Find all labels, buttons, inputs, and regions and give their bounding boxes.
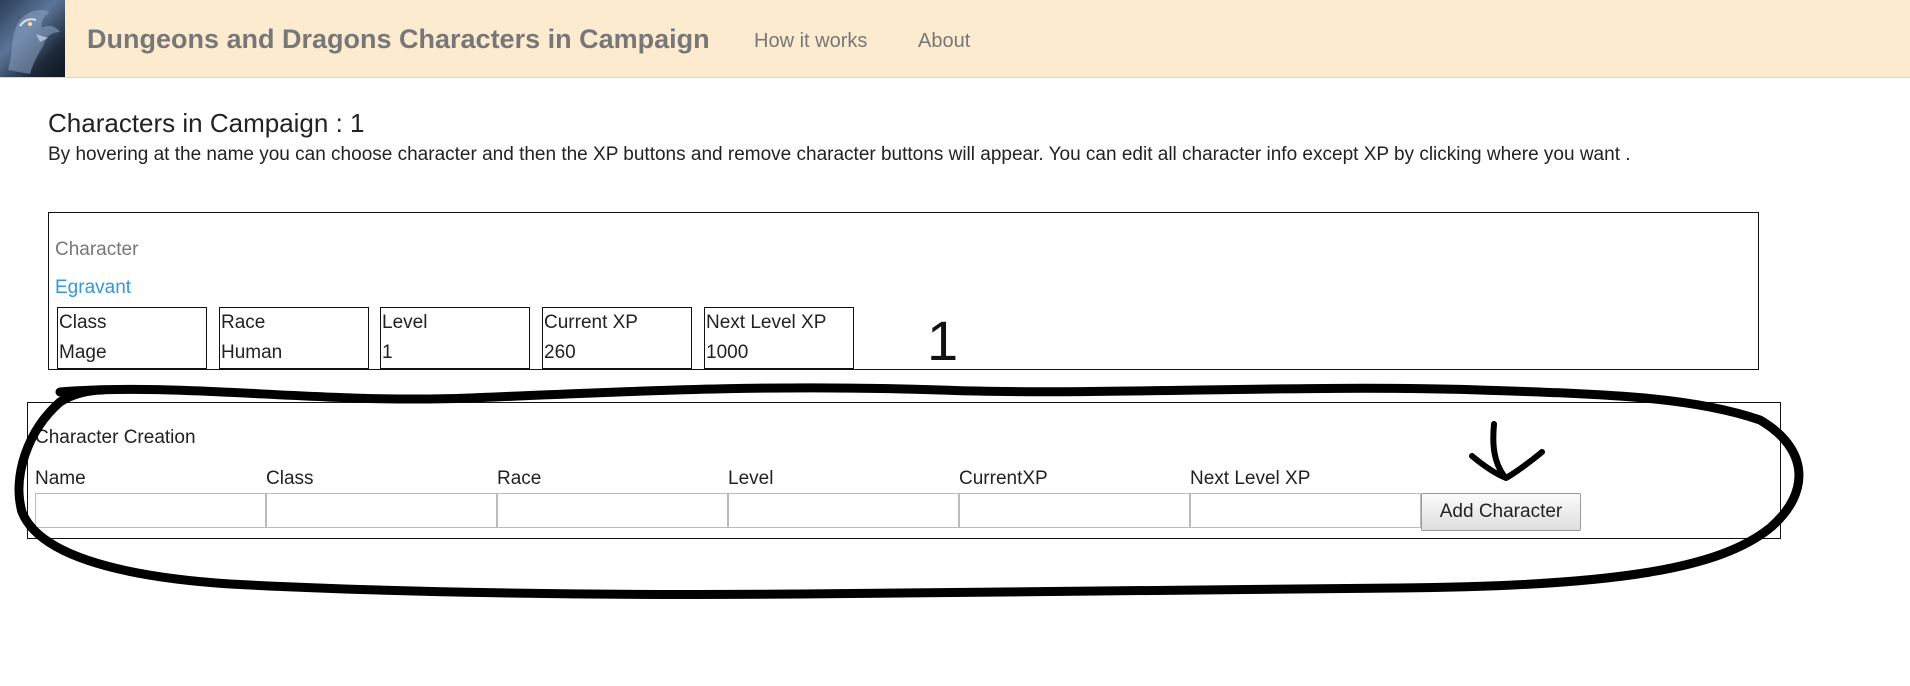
race-input[interactable] — [497, 493, 728, 528]
stat-current-xp: Current XP 260 — [542, 307, 692, 369]
name-input[interactable] — [35, 493, 266, 528]
class-label: Class — [266, 468, 314, 489]
stat-label: Class — [59, 312, 107, 333]
name-label: Name — [35, 468, 86, 489]
level-label: Level — [728, 468, 774, 489]
brand-title[interactable]: Dungeons and Dragons Characters in Campa… — [87, 24, 710, 55]
stat-label: Level — [382, 312, 428, 333]
stat-value[interactable]: Human — [221, 338, 368, 368]
level-input[interactable] — [728, 493, 959, 528]
nav-about[interactable]: About — [918, 30, 970, 53]
navbar: Dungeons and Dragons Characters in Campa… — [0, 0, 1910, 78]
character-list-panel: Character Egravant Class Mage Race Human… — [48, 212, 1759, 372]
page-title: Characters in Campaign : 1 — [48, 108, 365, 138]
current-xp-label: CurrentXP — [959, 468, 1048, 489]
character-creation-panel: Character Creation Name Class Race Level… — [27, 402, 1781, 539]
nav-how-it-works[interactable]: How it works — [754, 30, 867, 53]
character-name-link[interactable]: Egravant — [55, 277, 131, 299]
stat-label: Current XP — [544, 312, 638, 333]
stat-level[interactable]: Level 1 — [380, 307, 530, 369]
next-level-xp-input[interactable] — [1190, 493, 1421, 528]
stat-value[interactable]: 1 — [382, 338, 529, 368]
annotation-number: 1 — [927, 309, 959, 372]
stat-value: 260 — [544, 342, 576, 363]
stat-label: Race — [221, 312, 266, 333]
race-label: Race — [497, 468, 542, 489]
stat-value: 1000 — [706, 342, 749, 363]
instructions-text: By hovering at the name you can choose c… — [48, 144, 1631, 165]
stat-next-level-xp: Next Level XP 1000 — [704, 307, 854, 369]
next-level-xp-label: Next Level XP — [1190, 468, 1311, 489]
character-column-header: Character — [55, 239, 139, 260]
creation-title: Character Creation — [35, 427, 196, 448]
stat-label: Next Level XP — [706, 312, 827, 333]
stat-value[interactable]: Mage — [59, 338, 206, 368]
class-input[interactable] — [266, 493, 497, 528]
stat-class[interactable]: Class Mage — [57, 307, 207, 369]
stat-race[interactable]: Race Human — [219, 307, 369, 369]
dragon-logo-icon[interactable] — [0, 0, 65, 77]
add-character-button[interactable]: Add Character — [1421, 493, 1581, 531]
current-xp-input[interactable] — [959, 493, 1190, 528]
